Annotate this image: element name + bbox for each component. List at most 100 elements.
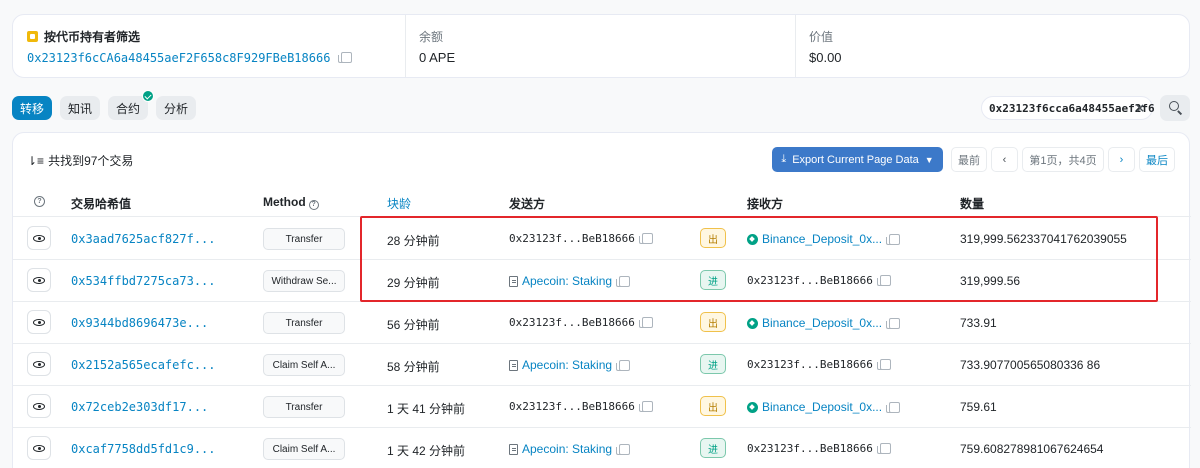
from-cell: Apecoin: Staking bbox=[509, 358, 631, 372]
copy-icon[interactable] bbox=[638, 401, 653, 412]
table-row: 0x3aad7625acf827f... Transfer 28 分钟前 0x2… bbox=[13, 218, 1191, 260]
copy-icon[interactable] bbox=[886, 317, 901, 329]
copy-icon[interactable] bbox=[616, 275, 631, 287]
to-cell: 0x23123f...BeB18666 bbox=[747, 358, 891, 371]
page-indicator: 第1页，共4页 bbox=[1022, 147, 1104, 172]
tx-age: 58 分钟前 bbox=[387, 360, 440, 374]
method-badge: Transfer bbox=[263, 312, 345, 334]
method-badge: Transfer bbox=[263, 228, 345, 250]
copy-icon[interactable] bbox=[876, 443, 891, 454]
copy-icon[interactable] bbox=[616, 359, 631, 371]
header-to: 接收方 bbox=[747, 197, 784, 211]
tab-contract[interactable]: 合约 bbox=[108, 90, 155, 120]
help-icon[interactable]: ? bbox=[34, 196, 45, 207]
export-button[interactable]: ⤓ Export Current Page Data ▼ bbox=[772, 147, 943, 172]
value-value: $0.00 bbox=[809, 50, 842, 65]
verified-check-icon bbox=[142, 90, 155, 102]
holder-summary-card: 按代币持有者筛选 0x23123f6cCA6a48455aeF2F658c8F9… bbox=[12, 14, 1190, 78]
search-button[interactable] bbox=[1160, 95, 1190, 121]
table-row: 0x2152a565ecafefc... Claim Self A... 58 … bbox=[13, 344, 1191, 386]
from-address[interactable]: 0x23123f...BeB18666 bbox=[509, 316, 635, 329]
from-address[interactable]: Apecoin: Staking bbox=[522, 358, 612, 372]
from-address[interactable]: 0x23123f...BeB18666 bbox=[509, 232, 635, 245]
method-help-icon[interactable]: ? bbox=[308, 200, 319, 210]
method-badge: Claim Self A... bbox=[263, 354, 345, 376]
copy-icon[interactable] bbox=[886, 401, 901, 413]
header-hash: 交易哈希值 bbox=[71, 197, 132, 211]
filter-title: 按代币持有者筛选 bbox=[44, 29, 141, 44]
filter-holder-section: 按代币持有者筛选 0x23123f6cCA6a48455aeF2F658c8F9… bbox=[13, 15, 405, 77]
page-last-button[interactable]: 最后 bbox=[1139, 147, 1175, 172]
tx-hash-link[interactable]: 0x72ceb2e303df17... bbox=[71, 400, 208, 414]
header-age[interactable]: 块龄 bbox=[387, 195, 411, 212]
tx-hash-link[interactable]: 0x2152a565ecafefc... bbox=[71, 358, 216, 372]
tx-amount: 733.907700565080336 86 bbox=[960, 358, 1101, 372]
preview-button[interactable] bbox=[27, 268, 51, 292]
table-row: 0xcaf7758dd5fd1c9... Claim Self A... 1 天… bbox=[13, 428, 1191, 468]
page-next-button[interactable]: › bbox=[1108, 147, 1135, 172]
direction-badge: 出 bbox=[700, 396, 726, 416]
copy-icon[interactable] bbox=[616, 443, 631, 455]
to-address[interactable]: Binance_Deposit_0x... bbox=[762, 232, 882, 246]
from-cell: Apecoin: Staking bbox=[509, 274, 631, 288]
from-address[interactable]: Apecoin: Staking bbox=[522, 274, 612, 288]
preview-button[interactable] bbox=[27, 226, 51, 250]
to-cell: Binance_Deposit_0x... bbox=[747, 232, 901, 246]
tx-hash-link[interactable]: 0x9344bd8696473e... bbox=[71, 316, 208, 330]
to-cell: 0x23123f...BeB18666 bbox=[747, 442, 891, 455]
eye-icon bbox=[33, 361, 45, 368]
copy-icon[interactable] bbox=[638, 233, 653, 244]
address-filter-chip[interactable]: 0x23123f6cca6a48455aef2f6 × bbox=[981, 96, 1155, 120]
sort-icon[interactable]: ⇂≡ bbox=[27, 154, 44, 168]
table-header: ? 交易哈希值 Method? 块龄 发送方 接收方 数量 bbox=[13, 183, 1191, 217]
copy-icon[interactable] bbox=[886, 233, 901, 245]
tx-amount: 733.91 bbox=[960, 316, 997, 330]
tx-age: 56 分钟前 bbox=[387, 318, 440, 332]
preview-button[interactable] bbox=[27, 436, 51, 460]
contract-icon bbox=[509, 443, 518, 455]
copy-icon[interactable] bbox=[876, 359, 891, 370]
holder-address-link[interactable]: 0x23123f6cCA6a48455aeF2F658c8F929FBeB186… bbox=[27, 51, 330, 65]
tab-contract-label: 合约 bbox=[116, 101, 141, 116]
copy-icon[interactable] bbox=[338, 52, 353, 63]
tab-bar: 转移 知讯 合约 分析 bbox=[12, 90, 197, 120]
to-address[interactable]: 0x23123f...BeB18666 bbox=[747, 274, 873, 287]
page-first-button[interactable]: 最前 bbox=[951, 147, 987, 172]
value-section: 价值 $0.00 bbox=[795, 15, 1189, 77]
tx-hash-link[interactable]: 0x3aad7625acf827f... bbox=[71, 232, 216, 246]
from-address[interactable]: Apecoin: Staking bbox=[522, 442, 612, 456]
direction-badge: 进 bbox=[700, 270, 726, 290]
to-address[interactable]: Binance_Deposit_0x... bbox=[762, 400, 882, 414]
preview-button[interactable] bbox=[27, 310, 51, 334]
eye-icon bbox=[33, 277, 45, 284]
to-address[interactable]: 0x23123f...BeB18666 bbox=[747, 358, 873, 371]
chevron-down-icon: ▼ bbox=[924, 154, 934, 165]
copy-icon[interactable] bbox=[876, 275, 891, 286]
from-cell: Apecoin: Staking bbox=[509, 442, 631, 456]
to-address[interactable]: 0x23123f...BeB18666 bbox=[747, 442, 873, 455]
copy-icon[interactable] bbox=[638, 317, 653, 328]
tx-hash-link[interactable]: 0xcaf7758dd5fd1c9... bbox=[71, 442, 216, 456]
tx-amount: 759.61 bbox=[960, 400, 997, 414]
to-cell: Binance_Deposit_0x... bbox=[747, 400, 901, 414]
direction-badge: 进 bbox=[700, 354, 726, 374]
page-prev-button[interactable]: ‹ bbox=[991, 147, 1018, 172]
download-icon: ⤓ bbox=[781, 153, 787, 165]
close-icon[interactable]: × bbox=[1135, 101, 1145, 115]
preview-button[interactable] bbox=[27, 352, 51, 376]
tx-amount: 759.608278981067624654 bbox=[960, 442, 1104, 456]
to-cell: 0x23123f...BeB18666 bbox=[747, 274, 891, 287]
preview-button[interactable] bbox=[27, 394, 51, 418]
tab-info[interactable]: 知讯 bbox=[60, 96, 101, 120]
tx-amount: 319,999.56 bbox=[960, 274, 1021, 288]
header-method: Method bbox=[263, 195, 306, 209]
header-amount: 数量 bbox=[960, 197, 985, 211]
balance-value: 0 APE bbox=[419, 50, 456, 65]
tab-analytics[interactable]: 分析 bbox=[156, 96, 197, 120]
tx-hash-link[interactable]: 0x534ffbd7275ca73... bbox=[71, 274, 216, 288]
from-address[interactable]: 0x23123f...BeB18666 bbox=[509, 400, 635, 413]
method-badge: Claim Self A... bbox=[263, 438, 345, 460]
filter-icon bbox=[27, 30, 38, 42]
to-address[interactable]: Binance_Deposit_0x... bbox=[762, 316, 882, 330]
tab-transfers[interactable]: 转移 bbox=[12, 96, 53, 120]
